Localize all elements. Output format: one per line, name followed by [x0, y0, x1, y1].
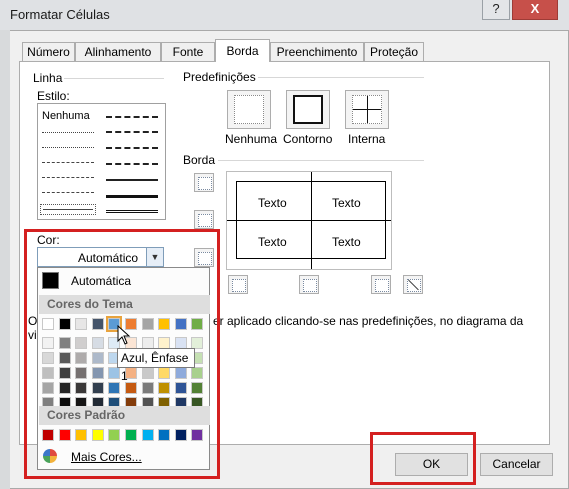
- preview-text-1: Texto: [258, 196, 287, 210]
- preset-nenhuma-button[interactable]: [227, 90, 271, 129]
- line-style-list[interactable]: Nenhuma: [37, 103, 166, 220]
- preview-text-2: Texto: [332, 196, 361, 210]
- line-style-none[interactable]: Nenhuma: [42, 110, 90, 122]
- line-style-thick[interactable]: [106, 195, 158, 198]
- preset-inside-icon: [352, 95, 382, 124]
- preset-interna-label: Interna: [348, 132, 386, 146]
- linha-group-label: Linha: [33, 71, 63, 85]
- preset-outline-icon: [293, 95, 323, 124]
- line-style-hair[interactable]: [42, 132, 94, 133]
- tab-protecao[interactable]: Proteção: [364, 42, 424, 61]
- line-style-medium-dashdotdot[interactable]: [106, 116, 158, 118]
- preview-text-3: Texto: [258, 235, 287, 249]
- predefinicoes-label: Predefinições: [183, 70, 256, 84]
- close-button[interactable]: X: [512, 0, 558, 20]
- window-title: Formatar Células: [10, 7, 110, 22]
- estilo-label: Estilo:: [37, 89, 70, 103]
- border-top-button[interactable]: [194, 173, 214, 192]
- border-middle-vertical-button[interactable]: [299, 275, 319, 294]
- highlight-box-color: [24, 229, 220, 479]
- border-preview[interactable]: Texto Texto Texto Texto: [226, 171, 392, 270]
- border-middle-horizontal-button[interactable]: [194, 210, 214, 229]
- line-style-double[interactable]: [106, 210, 158, 213]
- predefinicoes-separator: [258, 77, 424, 78]
- line-style-dotted[interactable]: [42, 147, 94, 148]
- preset-contorno-label: Contorno: [283, 132, 333, 146]
- line-style-medium-dashdot[interactable]: [106, 147, 158, 149]
- line-style-slanted[interactable]: [106, 131, 158, 133]
- tab-borda[interactable]: Borda: [215, 39, 270, 62]
- help-button[interactable]: ?: [482, 0, 510, 20]
- border-left-button[interactable]: [228, 275, 248, 294]
- preview-text-4: Texto: [332, 235, 361, 249]
- preset-contorno-button[interactable]: [286, 90, 330, 129]
- preset-none-icon: [234, 95, 264, 124]
- line-style-medium[interactable]: [106, 179, 158, 181]
- highlight-box-ok: [370, 432, 476, 485]
- hint-text: er aplicado clicando-se nas predefiniçõe…: [213, 314, 524, 328]
- line-style-dashdotdot[interactable]: [42, 177, 94, 178]
- border-diagonal-button[interactable]: [403, 275, 423, 294]
- tab-numero[interactable]: Número: [22, 42, 75, 61]
- preset-nenhuma-label: Nenhuma: [225, 132, 278, 146]
- preset-interna-button[interactable]: [345, 90, 389, 129]
- tab-preenchimento[interactable]: Preenchimento: [270, 42, 364, 61]
- borda-label: Borda: [183, 153, 216, 167]
- spreadsheet-edge: [0, 30, 10, 489]
- line-style-medium-dashed[interactable]: [106, 163, 158, 165]
- linha-separator: [64, 78, 164, 79]
- tab-alinhamento[interactable]: Alinhamento: [75, 42, 161, 61]
- line-style-dashed[interactable]: [42, 192, 94, 193]
- tab-fonte[interactable]: Fonte: [161, 42, 215, 61]
- borda-separator: [218, 160, 424, 161]
- line-style-selected[interactable]: [40, 204, 96, 215]
- cancel-button[interactable]: Cancelar: [480, 453, 553, 476]
- border-right-button[interactable]: [371, 275, 391, 294]
- line-style-dashdot[interactable]: [42, 162, 94, 163]
